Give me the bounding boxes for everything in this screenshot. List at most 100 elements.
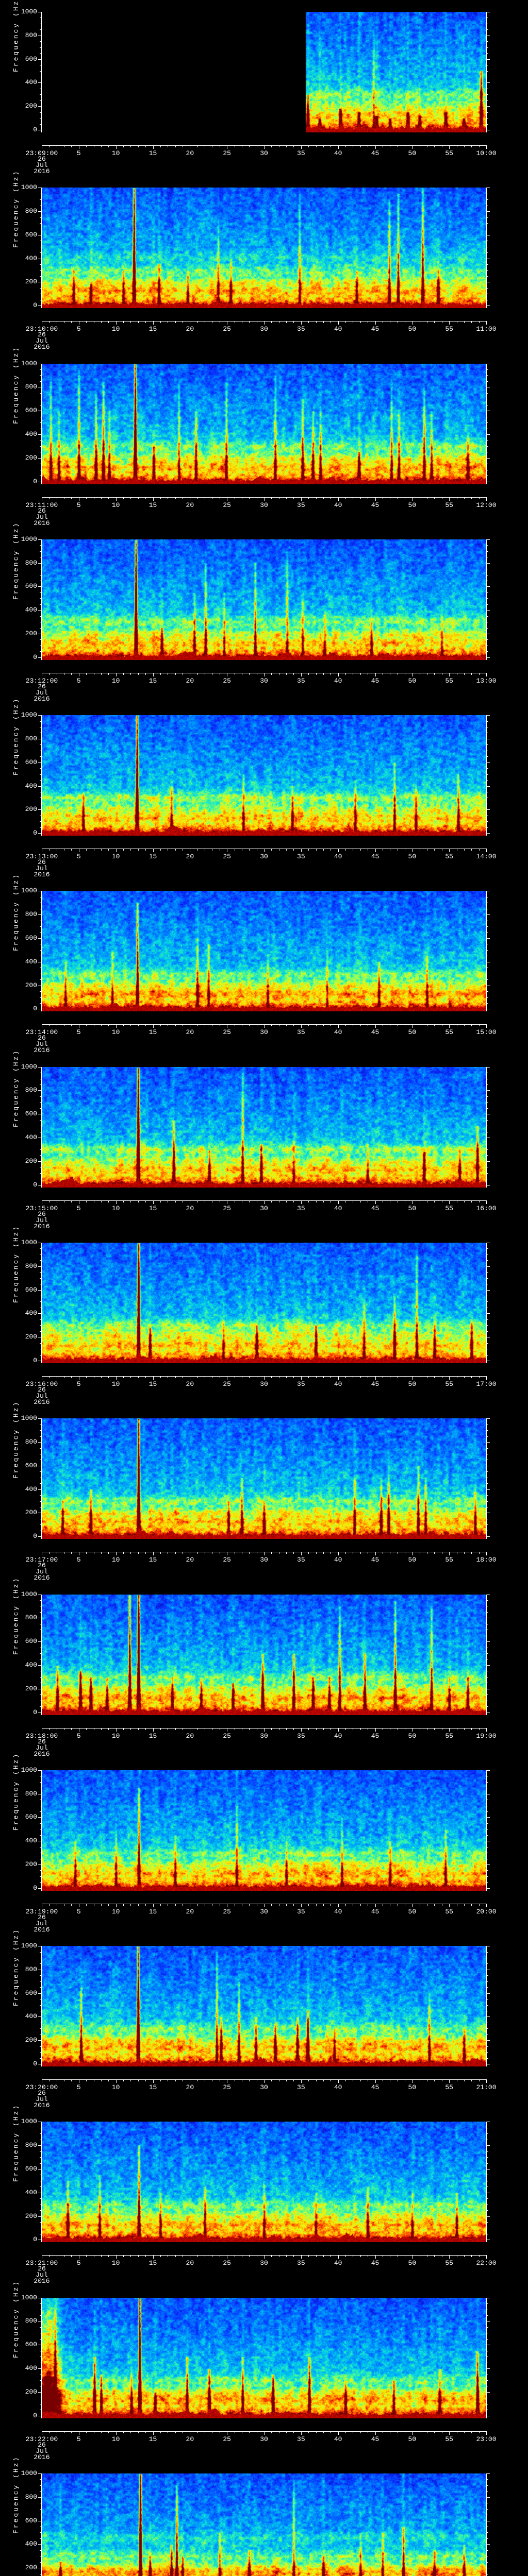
y-minor-tick [486, 768, 488, 769]
x-minor-tick [471, 1904, 472, 1906]
x-tick-label: 20 [186, 853, 194, 861]
y-major-tick [486, 1888, 490, 1889]
time-end-label: 19:00 [476, 1732, 497, 1740]
x-tick-label: 40 [334, 2435, 342, 2443]
y-major-tick [486, 1770, 490, 1771]
x-major-tick [264, 497, 265, 501]
x-minor-tick [478, 1728, 480, 1730]
x-minor-tick [86, 673, 87, 675]
y-minor-tick [486, 1096, 488, 1097]
x-major-tick [153, 2256, 154, 2259]
y-major-tick [486, 2368, 490, 2369]
date-line: 2016 [34, 1574, 50, 1582]
spectrogram-canvas [42, 2473, 486, 2576]
y-minor-tick [486, 2210, 488, 2211]
x-minor-tick [160, 146, 161, 147]
x-tick-label: 10 [111, 501, 120, 509]
y-major-tick [38, 1090, 42, 1091]
y-minor-tick [40, 252, 42, 253]
x-minor-tick [145, 849, 146, 851]
x-minor-tick [108, 849, 109, 851]
x-minor-tick [145, 1376, 146, 1378]
x-major-tick [264, 2080, 265, 2083]
x-minor-tick [286, 2431, 287, 2433]
y-minor-tick [40, 1120, 42, 1121]
x-minor-tick [175, 849, 176, 851]
y-minor-tick [40, 446, 42, 447]
x-minor-tick [308, 1904, 309, 1906]
x-minor-tick [101, 849, 102, 851]
x-tick-label: 40 [334, 1732, 342, 1740]
x-minor-tick [249, 1728, 250, 1730]
x-major-tick [486, 146, 487, 149]
x-major-tick [301, 1904, 302, 1907]
x-major-tick [153, 2431, 154, 2435]
x-minor-tick [175, 1904, 176, 1906]
x-tick-label: 20 [186, 1204, 194, 1212]
x-major-tick [375, 1025, 376, 1028]
x-minor-tick [308, 1200, 309, 1202]
y-minor-tick [40, 2163, 42, 2164]
y-minor-tick [40, 1823, 42, 1824]
x-minor-tick [286, 1552, 287, 1554]
y-minor-tick [40, 1706, 42, 1707]
x-tick-label: 15 [148, 2083, 157, 2092]
y-minor-tick [486, 2485, 488, 2486]
x-minor-tick [49, 2080, 50, 2082]
x-major-tick [153, 497, 154, 501]
y-minor-tick [486, 1882, 488, 1883]
y-tick-label: 1000 [21, 1766, 37, 1774]
y-minor-tick [40, 2532, 42, 2533]
x-minor-tick [49, 849, 50, 851]
y-minor-tick [486, 1448, 488, 1449]
x-tick-label: 25 [223, 2435, 231, 2443]
x-minor-tick [145, 1904, 146, 1906]
x-minor-tick [49, 1200, 50, 1202]
x-minor-tick [130, 1376, 131, 1378]
x-minor-tick [464, 1728, 465, 1730]
y-minor-tick [486, 1600, 488, 1601]
y-tick-label: 400 [25, 1309, 37, 1317]
x-minor-tick [138, 321, 139, 324]
y-minor-tick [486, 1495, 488, 1496]
y-minor-tick [40, 1084, 42, 1086]
y-minor-tick [486, 375, 488, 376]
x-minor-tick [471, 1025, 472, 1027]
y-minor-tick [486, 1501, 488, 1502]
x-minor-tick [71, 849, 72, 851]
x-minor-tick [123, 1025, 124, 1027]
x-tick-label: 25 [223, 1556, 231, 1564]
y-minor-tick [40, 2058, 42, 2059]
y-major-tick [486, 1290, 490, 1291]
y-minor-tick [40, 768, 42, 769]
time-end-label: 16:00 [476, 1204, 497, 1212]
y-major-tick [38, 657, 42, 658]
y-minor-tick [40, 1694, 42, 1696]
y-tick-label: 200 [25, 2036, 37, 2044]
x-tick-label: 25 [223, 1907, 231, 1916]
spectrogram-panel: Frequency (Hz) 1000800600400200051015202… [0, 1753, 528, 1935]
y-major-tick [486, 2145, 490, 2146]
y-minor-tick [40, 2052, 42, 2053]
y-tick-label: 800 [25, 1086, 37, 1094]
x-minor-tick [108, 497, 109, 499]
y-major-tick [38, 786, 42, 787]
x-minor-tick [138, 1904, 139, 1906]
x-minor-tick [316, 497, 317, 499]
x-minor-tick [323, 2256, 324, 2258]
x-minor-tick [197, 1552, 198, 1554]
x-tick-label: 15 [148, 325, 157, 333]
y-minor-tick [486, 223, 488, 224]
x-minor-tick [286, 497, 287, 499]
y-minor-tick [486, 1811, 488, 1812]
x-tick-label: 25 [223, 501, 231, 509]
x-minor-tick [249, 321, 250, 324]
y-axis-line-right [486, 2473, 487, 2576]
x-minor-tick [108, 1025, 109, 1027]
x-tick-label: 50 [408, 501, 417, 509]
y-axis-line-left [41, 2473, 42, 2576]
x-major-tick [301, 2080, 302, 2083]
y-minor-tick [40, 991, 42, 992]
y-minor-tick [40, 2562, 42, 2563]
y-major-tick [38, 211, 42, 212]
